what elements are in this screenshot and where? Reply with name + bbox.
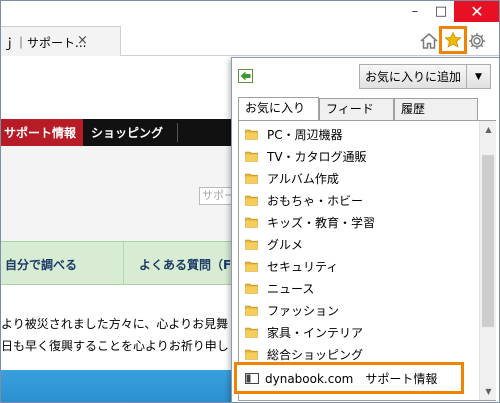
title-bar: – □ ✕ ｊ｜サポート... × xyxy=(1,1,499,57)
minimize-button[interactable]: – xyxy=(402,1,428,22)
banner-band xyxy=(1,370,241,402)
menu-divider xyxy=(123,242,124,284)
favorites-list-box: PC・周辺機器 TV・カタログ通販 アルバム作成おもちゃ・ホビー キッズ・教育・学習グ… xyxy=(238,120,496,401)
folder-icon xyxy=(245,151,258,162)
favorites-folder-item[interactable]: 家具・インテリア xyxy=(245,322,477,342)
favorites-folder-item[interactable]: グルメ xyxy=(245,234,477,254)
folder-label: ニュース xyxy=(267,281,315,296)
menu-row: 自分で調べる よくある質問（F xyxy=(1,241,241,285)
scroll-down-icon[interactable]: ▼ xyxy=(480,383,497,400)
nav-support-link[interactable]: サポート情報 xyxy=(1,119,83,146)
close-button[interactable]: ✕ xyxy=(454,1,499,22)
favorites-folder-item[interactable]: おもちゃ・ホビー xyxy=(245,190,477,210)
tab-close-icon[interactable]: × xyxy=(77,33,88,48)
add-to-favorites-button[interactable]: お気に入りに追加 xyxy=(359,64,467,89)
folder-label: おもちゃ・ホビー xyxy=(267,193,364,208)
star-icon xyxy=(444,31,462,48)
favorites-folder-item[interactable]: ニュース xyxy=(245,278,477,298)
browser-window: – □ ✕ ｊ｜サポート... × サポート情報 ショッピング サポー 自分で調… xyxy=(0,0,500,403)
folder-label: キッズ・教育・学習 xyxy=(267,215,376,230)
notice-text: より被災されました方々に、心よりお見舞 xyxy=(1,317,229,331)
tab-title: ｊ｜サポート... xyxy=(3,36,87,50)
favorites-folder-item[interactable]: PC・周辺機器 xyxy=(245,124,477,144)
gear-icon[interactable] xyxy=(467,31,487,51)
nav-shopping-link[interactable]: ショッピング xyxy=(91,119,163,146)
notice-text: 日も早く復興することを心よりお祈り申し xyxy=(1,339,229,353)
folder-icon xyxy=(245,349,258,360)
folder-icon xyxy=(245,129,258,140)
favorites-folder-item[interactable]: 総合ショッピング xyxy=(245,344,477,364)
browser-tab[interactable]: ｊ｜サポート... × xyxy=(1,26,121,56)
back-arrow-icon[interactable] xyxy=(238,69,253,83)
folder-label: セキュリティ xyxy=(267,259,339,274)
nav-divider xyxy=(177,123,178,142)
dynabook-support-link[interactable]: dynabook.com サポート情報 xyxy=(234,362,464,394)
menu-faq[interactable]: よくある質問（F xyxy=(139,256,231,273)
folder-label: 家具・インテリア xyxy=(267,325,364,340)
favorites-folder-item[interactable]: キッズ・教育・学習 xyxy=(245,212,477,232)
maximize-button[interactable]: □ xyxy=(428,1,454,22)
support-link-label: dynabook.com サポート情報 xyxy=(265,371,438,386)
folder-icon xyxy=(245,327,258,338)
scroll-thumb[interactable] xyxy=(482,155,494,327)
folder-icon xyxy=(245,283,258,294)
folder-icon xyxy=(245,305,258,316)
menu-self-check[interactable]: 自分で調べる xyxy=(5,256,77,273)
folder-label: TV・カタログ通販 xyxy=(267,149,367,164)
scroll-up-icon[interactable]: ▲ xyxy=(480,121,497,138)
folder-label: ファッション xyxy=(267,303,340,318)
favorites-folder-item[interactable]: ファッション xyxy=(245,300,477,320)
tab-feeds[interactable]: フィード xyxy=(319,98,394,121)
folder-label: PC・周辺機器 xyxy=(267,127,343,142)
favorites-folder-item[interactable]: アルバム作成 xyxy=(245,168,477,188)
folder-icon xyxy=(245,261,258,272)
folder-icon xyxy=(245,217,258,228)
favorites-panel: お気に入りに追加 ▼ お気に入り フィード 履歴 PC・周辺機器 TV・カタログ通… xyxy=(231,57,499,402)
favorites-folder-item[interactable]: TV・カタログ通販 xyxy=(245,146,477,166)
web-page-icon xyxy=(245,372,259,384)
folder-icon xyxy=(245,173,258,184)
folder-label: 総合ショッピング xyxy=(267,347,364,362)
favorites-folder-item[interactable]: セキュリティ xyxy=(245,256,477,276)
add-favorites-dropdown-icon[interactable]: ▼ xyxy=(467,64,491,89)
folder-icon xyxy=(245,239,258,250)
tab-history[interactable]: 履歴 xyxy=(394,98,478,121)
scrollbar[interactable]: ▲ ▼ xyxy=(479,121,496,400)
site-nav: サポート情報 ショッピング xyxy=(1,119,241,146)
folder-icon xyxy=(245,195,258,206)
folder-label: グルメ xyxy=(267,237,304,252)
home-icon[interactable] xyxy=(419,31,439,51)
favorites-button[interactable] xyxy=(439,26,467,54)
folder-label: アルバム作成 xyxy=(267,171,339,186)
tab-favorites[interactable]: お気に入り xyxy=(238,97,319,121)
